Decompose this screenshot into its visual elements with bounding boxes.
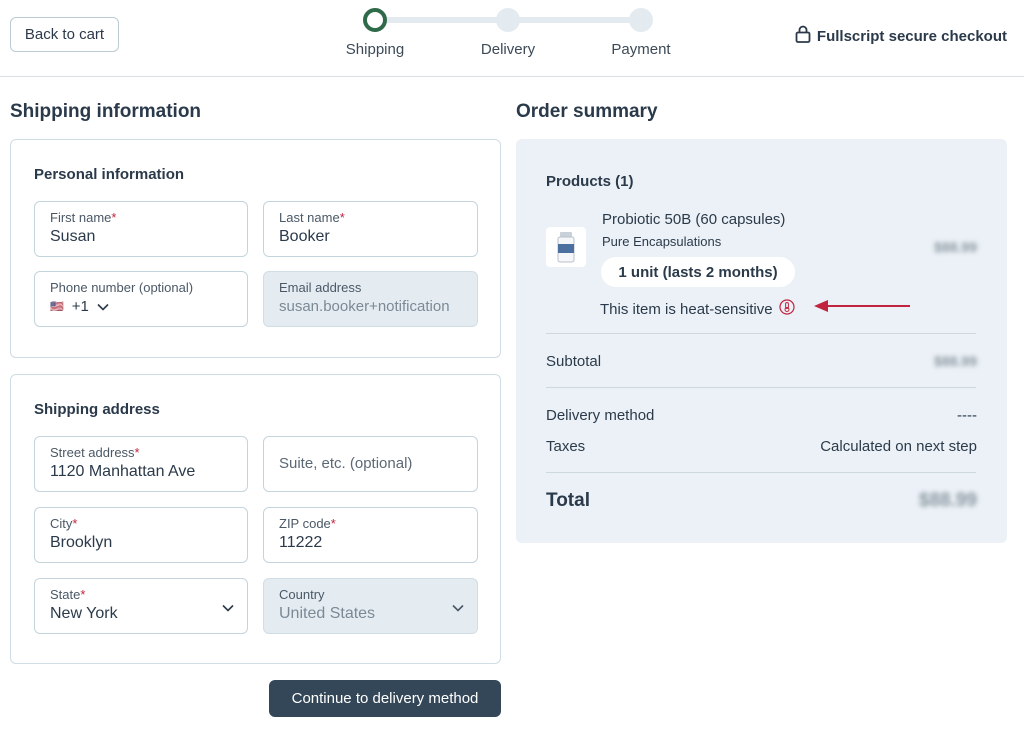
step-shipping-dot (363, 8, 387, 32)
email-address-label: Email address (279, 280, 362, 295)
unit-quantity-pill: 1 unit (lasts 2 months) (601, 257, 795, 287)
phone-country-selector[interactable]: 🇺🇸 +1 (50, 298, 109, 315)
secure-checkout-label: Fullscript secure checkout (816, 27, 1007, 45)
product-price: $88.99 (934, 239, 977, 255)
suite-field[interactable]: Suite, etc. (optional) (263, 436, 478, 492)
summary-divider (546, 387, 976, 388)
city-label: City* (50, 516, 78, 531)
step-delivery-label: Delivery (480, 41, 536, 58)
shipping-address-title: Shipping address (34, 401, 160, 418)
phone-number-label: Phone number (optional) (50, 280, 194, 295)
state-value: New York (50, 605, 118, 622)
street-address-field[interactable]: Street address* 1120 Manhattan Ave (34, 436, 248, 492)
delivery-method-value: ---- (957, 407, 977, 424)
phone-number-field[interactable]: Phone number (optional) 🇺🇸 +1 (34, 271, 248, 327)
city-value: Brooklyn (50, 534, 113, 551)
last-name-value: Booker (279, 228, 330, 245)
zip-code-field[interactable]: ZIP code* 11222 (263, 507, 478, 563)
lock-icon (795, 25, 811, 47)
product-name: Probiotic 50B (60 capsules) (602, 211, 786, 228)
last-name-label: Last name* (279, 210, 345, 225)
first-name-value: Susan (50, 228, 96, 245)
thermometer-icon[interactable] (778, 299, 795, 319)
zip-code-value: 11222 (279, 534, 323, 551)
order-summary-panel: Products (1) Probiotic 50B (60 capsules)… (516, 139, 1007, 543)
taxes-value: Calculated on next step (820, 438, 977, 455)
chevron-down-icon (452, 599, 464, 617)
summary-divider (546, 333, 976, 334)
state-label: State* (50, 587, 86, 602)
shipping-address-card: Shipping address Street address* 1120 Ma… (10, 374, 501, 664)
step-shipping-label: Shipping (345, 41, 405, 58)
email-address-value: susan.booker+notification (279, 298, 450, 315)
checkout-stepper: Shipping Delivery Payment (330, 6, 690, 66)
chevron-down-icon (222, 599, 234, 617)
city-field[interactable]: City* Brooklyn (34, 507, 248, 563)
continue-to-delivery-button[interactable]: Continue to delivery method (269, 680, 501, 717)
heat-sensitive-label: This item is heat-sensitive (600, 300, 773, 318)
country-select: Country United States (263, 578, 478, 634)
us-flag-icon: 🇺🇸 (50, 301, 64, 313)
subtotal-label: Subtotal (546, 353, 602, 370)
personal-information-card: Personal information First name* Susan L… (10, 139, 501, 358)
state-select[interactable]: State* New York (34, 578, 248, 634)
zip-code-label: ZIP code* (279, 516, 336, 531)
delivery-method-label: Delivery method (546, 407, 655, 424)
country-value: United States (279, 605, 376, 622)
total-value: $88.99 (918, 490, 977, 511)
products-count-label: Products (1) (546, 173, 634, 190)
order-summary-title: Order summary (516, 101, 658, 122)
step-payment-dot (629, 8, 653, 32)
step-delivery-dot (496, 8, 520, 32)
product-thumbnail (546, 227, 586, 267)
email-address-field: Email address susan.booker+notification (263, 271, 478, 327)
taxes-label: Taxes (546, 438, 586, 455)
shipping-information-title: Shipping information (10, 101, 202, 122)
last-name-field[interactable]: Last name* Booker (263, 201, 478, 257)
personal-information-title: Personal information (34, 166, 185, 183)
product-brand: Pure Encapsulations (602, 234, 722, 249)
subtotal-value: $88.99 (934, 353, 977, 369)
suite-placeholder: Suite, etc. (optional) (279, 455, 413, 472)
checkout-header: Back to cart Shipping Delivery Payment F… (0, 0, 1024, 77)
street-address-label: Street address* (50, 445, 140, 460)
total-label: Total (546, 490, 590, 511)
back-to-cart-button[interactable]: Back to cart (10, 17, 119, 52)
supplement-bottle-icon (557, 232, 575, 263)
first-name-field[interactable]: First name* Susan (34, 201, 248, 257)
phone-country-code: +1 (71, 298, 89, 315)
summary-divider (546, 472, 976, 473)
country-label: Country (279, 587, 325, 602)
step-payment-label: Payment (611, 41, 671, 58)
chevron-down-icon (97, 298, 109, 315)
first-name-label: First name* (50, 210, 117, 225)
street-address-value: 1120 Manhattan Ave (50, 463, 196, 480)
annotation-arrow (814, 299, 914, 318)
heat-sensitive-notice: This item is heat-sensitive (600, 299, 795, 319)
secure-checkout-badge: Fullscript secure checkout (795, 25, 1007, 47)
